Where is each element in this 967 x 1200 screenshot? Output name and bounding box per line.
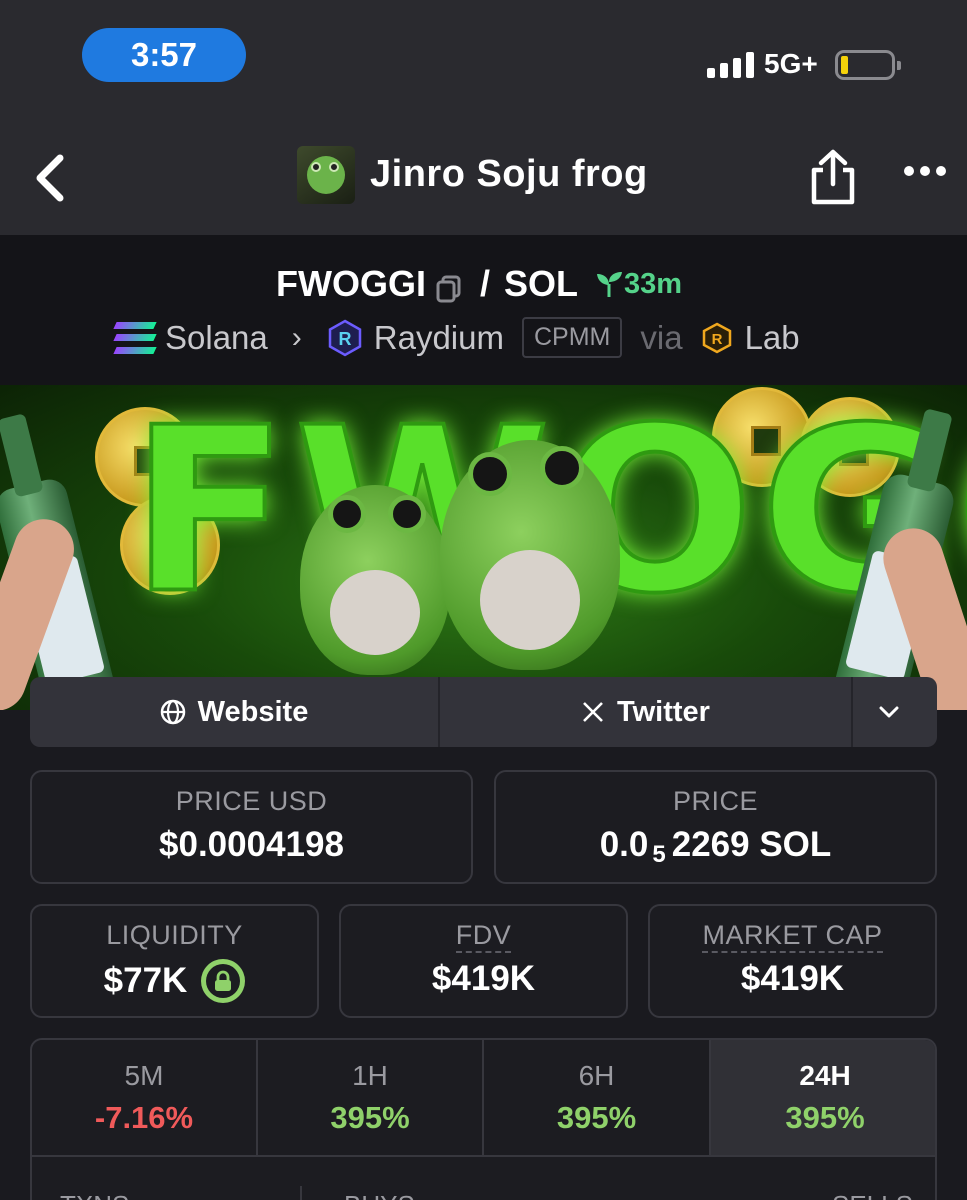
website-button[interactable]: Website: [30, 677, 440, 747]
txns-label: TXNS: [60, 1190, 129, 1200]
price-usd-label: PRICE USD: [175, 786, 328, 816]
svg-text:R: R: [338, 329, 351, 349]
price-native-value: 0.0 5 2269 SOL: [599, 825, 832, 868]
liquidity-value: $77K: [103, 961, 188, 1000]
txns-divider: [300, 1186, 302, 1200]
svg-text:R: R: [711, 331, 722, 348]
pair-base: FWOGGI: [276, 263, 426, 304]
price-usd-value: $0.0004198: [159, 825, 344, 864]
pair-separator: /: [479, 263, 490, 304]
share-icon: [811, 149, 855, 205]
market-cap-value: $419K: [740, 959, 845, 998]
market-cap-card[interactable]: MARKET CAP $419K: [648, 904, 937, 1018]
website-label: Website: [197, 695, 309, 728]
lab-icon: R: [702, 322, 731, 353]
liquidity-label: LIQUIDITY: [106, 920, 243, 950]
change-1h-value: 395%: [330, 1100, 410, 1135]
status-time: 3:57: [82, 28, 246, 82]
chevron-down-icon: [879, 706, 899, 718]
tab-5m[interactable]: 5M -7.16%: [32, 1040, 258, 1157]
liquidity-card: LIQUIDITY $77K: [30, 904, 319, 1018]
tab-6h[interactable]: 6H 395%: [484, 1040, 711, 1157]
x-logo-icon: [583, 702, 603, 722]
network-label: 5G+: [764, 48, 818, 79]
back-button[interactable]: [30, 150, 74, 206]
signal-icon: [707, 52, 754, 78]
sells-label: SELLS: [832, 1190, 913, 1200]
copy-icon[interactable]: [436, 270, 462, 303]
chain-name[interactable]: Solana: [165, 319, 268, 357]
via-label: via: [640, 318, 683, 356]
top-bar: 3:57 5G+ Jinro Soju frog: [0, 0, 967, 235]
fdv-label: FDV: [455, 920, 512, 953]
lock-icon[interactable]: [201, 959, 246, 1003]
sprout-icon: [597, 272, 623, 297]
links-dropdown-button[interactable]: [853, 677, 937, 747]
pair-header: FWOGGI / SOL 33m Solana › R Raydium CPMM…: [0, 235, 967, 385]
page-title: Jinro Soju frog: [370, 153, 648, 195]
token-banner: FWOGGI: [0, 385, 967, 710]
dex-name[interactable]: Raydium: [374, 319, 504, 357]
pair-age: 33m: [594, 268, 682, 301]
chevron-right-icon: ›: [291, 320, 302, 354]
pair-quote: SOL: [504, 263, 579, 304]
more-horizontal-icon: [904, 166, 914, 176]
fdv-card[interactable]: FDV $419K: [339, 904, 628, 1018]
buys-label: BUYS: [344, 1190, 415, 1200]
price-native-card: PRICE 0.0 5 2269 SOL: [494, 770, 937, 884]
pool-type-badge: CPMM: [521, 317, 623, 358]
fdv-value: $419K: [431, 959, 536, 998]
battery-icon: [835, 50, 901, 80]
price-usd-card: PRICE USD $0.0004198: [30, 770, 473, 884]
share-button[interactable]: [808, 148, 858, 206]
chevron-left-icon: [36, 154, 64, 202]
token-avatar: [297, 146, 355, 204]
twitter-label: Twitter: [617, 695, 710, 728]
solana-icon: [113, 321, 157, 354]
price-native-label: PRICE: [672, 786, 759, 816]
tab-24h[interactable]: 24H 395%: [711, 1040, 935, 1157]
launchpad-name[interactable]: Lab: [745, 319, 800, 357]
zero-count-subscript: 5: [652, 841, 666, 868]
links-bar: Website Twitter: [30, 677, 937, 747]
change-5m-value: -7.16%: [94, 1100, 194, 1135]
price-change-panel: 5M -7.16% 1H 395% 6H 395% 24H 395% TXNS …: [30, 1038, 937, 1200]
more-button[interactable]: [904, 166, 946, 176]
change-6h-value: 395%: [556, 1100, 637, 1135]
market-cap-label: MARKET CAP: [702, 920, 883, 953]
change-24h-value: 395%: [785, 1100, 865, 1135]
tab-1h[interactable]: 1H 395%: [258, 1040, 484, 1157]
twitter-button[interactable]: Twitter: [440, 677, 853, 747]
raydium-icon: R: [328, 319, 362, 356]
globe-icon: [160, 699, 185, 725]
